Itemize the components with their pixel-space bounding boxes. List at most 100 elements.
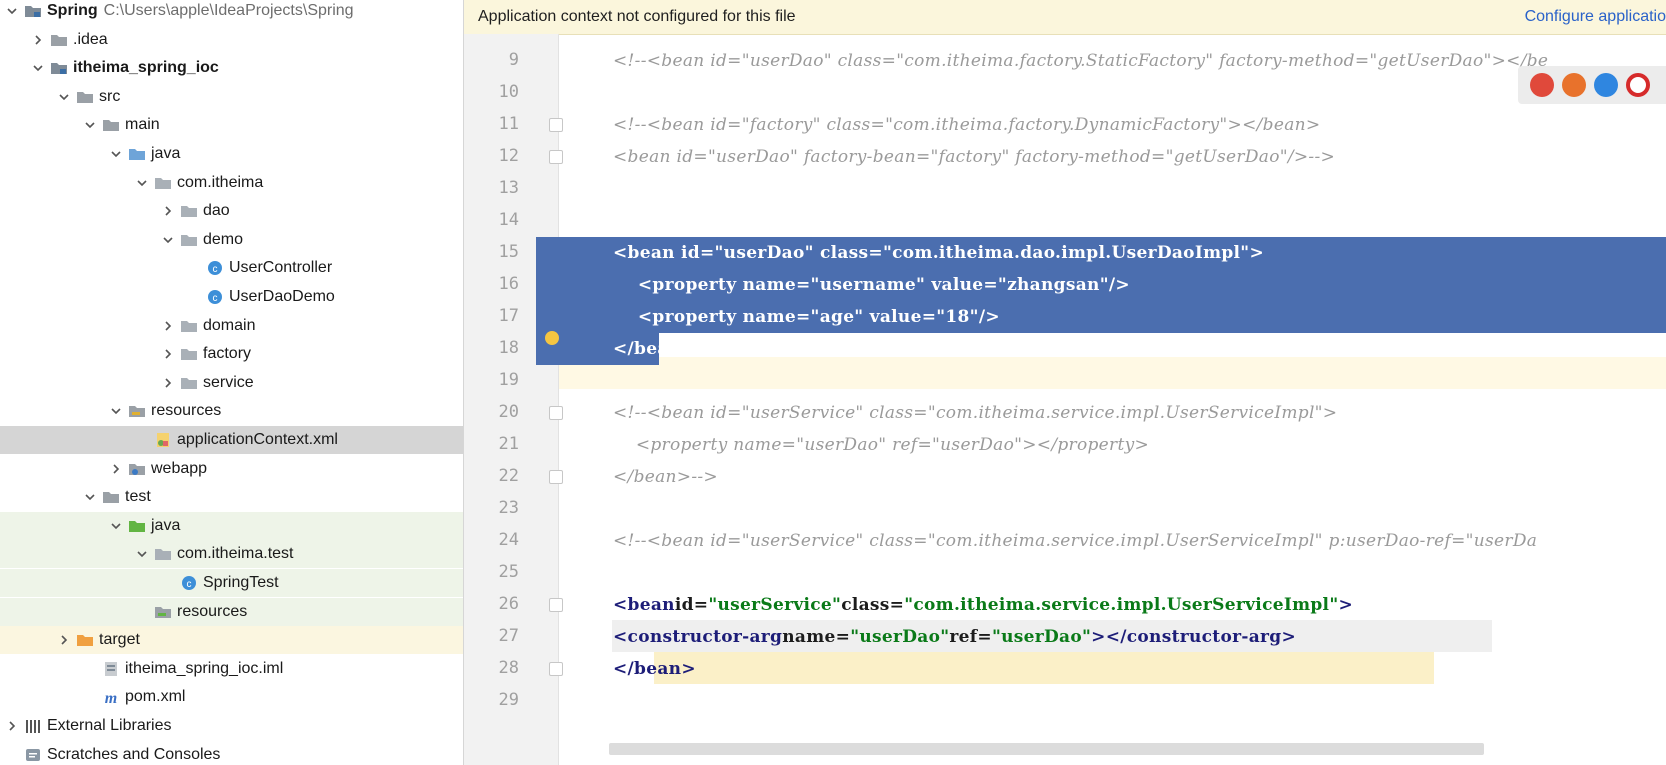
code-line: <property name="userDao" ref="userDao"><… <box>613 435 1150 455</box>
tree-item-label: webapp <box>151 459 208 477</box>
fold-marker-icon[interactable] <box>549 150 563 164</box>
test-resources-folder-icon <box>154 604 172 620</box>
tree-item-demo[interactable]: demo <box>0 226 463 254</box>
tree-item-java[interactable]: java <box>0 511 463 540</box>
safari-icon[interactable] <box>1594 73 1618 97</box>
tree-item-target[interactable]: target <box>0 626 463 655</box>
intention-bulb-icon[interactable] <box>545 331 559 345</box>
chevron-right-icon[interactable] <box>160 203 176 219</box>
chevron-right-icon[interactable] <box>160 318 176 334</box>
tree-item-applicationcontext-xml[interactable]: applicationContext.xml <box>0 426 463 454</box>
opera-icon[interactable] <box>1626 73 1650 97</box>
line-gutter[interactable]: 9 10 11 12 13 14 15 16 17 18 19 20 21 22 23 24 25 26 27 28 2… <box>464 34 563 765</box>
tree-item-itheima-spring-ioc-iml[interactable]: itheima_spring_ioc.iml <box>0 655 463 683</box>
code-line: <property name="username" value="zhangsa… <box>613 275 1130 295</box>
tree-item-com-itheima[interactable]: com.itheima <box>0 169 463 197</box>
fold-marker-icon[interactable] <box>549 662 563 676</box>
tree-item-resources[interactable]: resources <box>0 597 463 626</box>
project-tree[interactable]: Spring C:\Users\apple\IdeaProjects\Spring… <box>0 0 464 765</box>
code-line: </bean> <box>613 339 696 359</box>
firefox-icon[interactable] <box>1562 73 1586 97</box>
chrome-icon[interactable] <box>1530 73 1554 97</box>
source-folder-icon <box>128 146 146 162</box>
tree-item-label: Scratches and Consoles <box>47 745 221 763</box>
tree-item-com-itheima-test[interactable]: com.itheima.test <box>0 540 463 569</box>
tree-item-dao[interactable]: dao <box>0 197 463 225</box>
code-editor[interactable]: Application context not configured for t… <box>464 0 1666 765</box>
code-line: <!--<bean id="userService" class="com.it… <box>613 531 1538 551</box>
configure-context-link[interactable]: Configure applicatio <box>1525 8 1666 26</box>
line-number: 10 <box>498 82 519 102</box>
chevron-down-icon[interactable] <box>108 518 124 534</box>
tree-item-label: test <box>125 488 151 506</box>
java-class-icon: c <box>180 575 198 591</box>
chevron-down-icon[interactable] <box>108 146 124 162</box>
chevron-right-icon[interactable] <box>160 346 176 362</box>
fold-marker-icon[interactable] <box>549 470 563 484</box>
package-icon <box>180 318 198 334</box>
tree-item-itheima-spring-ioc[interactable]: itheima_spring_ioc <box>0 54 463 82</box>
tree-item-service[interactable]: service <box>0 369 463 397</box>
chevron-right-icon[interactable] <box>108 461 124 477</box>
tree-item-pom-xml[interactable]: m pom.xml <box>0 683 463 711</box>
tree-item-webapp[interactable]: webapp <box>0 455 463 483</box>
chevron-right-icon[interactable] <box>56 632 72 648</box>
line-number: 25 <box>498 562 519 582</box>
fold-marker-icon[interactable] <box>549 406 563 420</box>
line-number: 15 <box>498 242 519 262</box>
tree-item-external-libraries[interactable]: External Libraries <box>0 712 463 740</box>
fold-marker-icon[interactable] <box>549 118 563 132</box>
tree-item-spring[interactable]: Spring C:\Users\apple\IdeaProjects\Spring <box>0 0 463 25</box>
folder-icon <box>102 117 120 133</box>
chevron-down-icon[interactable] <box>134 175 150 191</box>
browser-popup[interactable] <box>1518 66 1666 104</box>
chevron-down-icon[interactable] <box>134 546 150 562</box>
chevron-down-icon[interactable] <box>56 89 72 105</box>
tree-item-label: src <box>99 87 121 105</box>
chevron-right-icon[interactable] <box>160 375 176 391</box>
line-number: 24 <box>498 530 519 550</box>
tree-item-factory[interactable]: factory <box>0 340 463 368</box>
module-folder-icon <box>24 3 42 19</box>
tree-item-test[interactable]: test <box>0 483 463 511</box>
line-number: 22 <box>498 466 519 486</box>
tree-item-main[interactable]: main <box>0 111 463 139</box>
line-number: 29 <box>498 690 519 710</box>
tree-item-scratches-and-consoles[interactable]: Scratches and Consoles <box>0 741 463 765</box>
line-number: 28 <box>498 658 519 678</box>
horizontal-scrollbar[interactable] <box>609 743 1484 755</box>
tree-item-usercontroller[interactable]: c UserController <box>0 254 463 282</box>
folder-icon <box>50 32 68 48</box>
chevron-down-icon[interactable] <box>82 117 98 133</box>
tree-item-java[interactable]: java <box>0 140 463 168</box>
tree-item-resources[interactable]: resources <box>0 397 463 425</box>
tree-item-userdaodemo[interactable]: c UserDaoDemo <box>0 283 463 311</box>
fold-marker-icon[interactable] <box>549 598 563 612</box>
chevron-right-icon[interactable] <box>30 32 46 48</box>
chevron-down-icon[interactable] <box>4 3 20 19</box>
test-source-folder-icon <box>128 518 146 534</box>
tree-item-springtest[interactable]: c SpringTest <box>0 569 463 597</box>
line-number: 18 <box>498 338 519 358</box>
chevron-right-icon[interactable] <box>4 718 20 734</box>
chevron-down-icon[interactable] <box>30 60 46 76</box>
chevron-down-icon[interactable] <box>82 489 98 505</box>
chevron-down-icon[interactable] <box>160 232 176 248</box>
tree-item-domain[interactable]: domain <box>0 312 463 340</box>
tree-item-src[interactable]: src <box>0 83 463 111</box>
tree-item--idea[interactable]: .idea <box>0 26 463 54</box>
libraries-icon <box>24 718 42 734</box>
chevron-down-icon[interactable] <box>108 403 124 419</box>
tree-item-label: UserController <box>229 259 333 277</box>
tree-item-label: applicationContext.xml <box>177 431 338 448</box>
line-number: 21 <box>498 434 519 454</box>
line-number: 13 <box>498 178 519 198</box>
code-line: <constructor-arg name= "userDao" ref= "use… <box>613 627 1297 647</box>
web-folder-icon <box>128 461 146 477</box>
iml-file-icon <box>102 661 120 677</box>
